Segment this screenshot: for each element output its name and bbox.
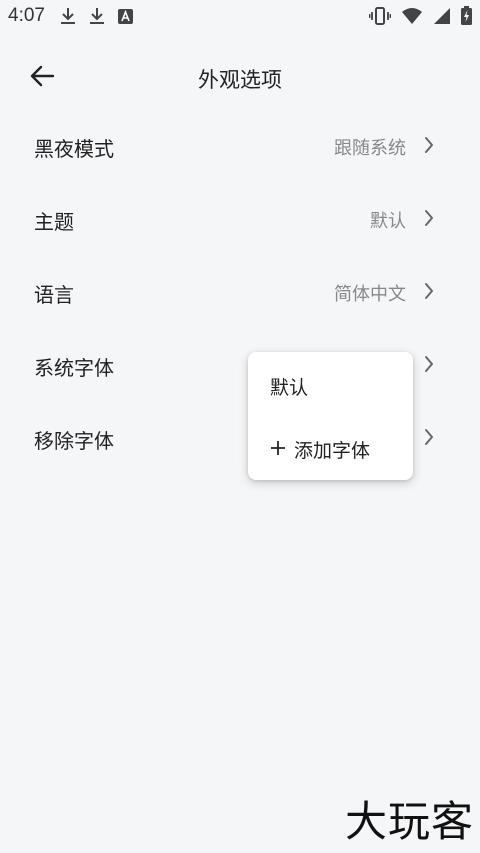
page-title: 外观选项 xyxy=(198,68,282,92)
menu-item-default-font[interactable]: 默认 xyxy=(270,373,308,400)
status-system-icons xyxy=(369,6,472,25)
setting-label: 移除字体 xyxy=(34,429,114,453)
download-icon xyxy=(60,7,76,25)
setting-value: 简体中文 xyxy=(334,284,406,305)
setting-value: 跟随系统 xyxy=(334,138,406,159)
setting-row-language[interactable]: 语言 简体中文 xyxy=(0,256,480,329)
chevron-right-icon xyxy=(424,209,434,231)
menu-item-label: 添加字体 xyxy=(294,440,371,462)
setting-row-dark-mode[interactable]: 黑夜模式 跟随系统 xyxy=(0,110,480,183)
header: 外观选项 xyxy=(0,52,480,104)
battery-charging-icon xyxy=(461,6,472,25)
plus-icon xyxy=(270,439,286,461)
wifi-icon xyxy=(401,7,423,25)
status-notification-icons xyxy=(60,7,133,25)
setting-label: 系统字体 xyxy=(34,356,114,380)
menu-item-label: 默认 xyxy=(270,377,309,399)
chevron-right-icon xyxy=(424,282,434,304)
chevron-right-icon xyxy=(424,428,434,450)
vibrate-icon xyxy=(369,6,391,25)
status-time: 4:07 xyxy=(8,5,45,26)
setting-row-theme[interactable]: 主题 默认 xyxy=(0,183,480,256)
setting-label: 黑夜模式 xyxy=(34,137,114,161)
chevron-right-icon xyxy=(424,355,434,377)
signal-icon xyxy=(433,7,451,25)
chevron-right-icon xyxy=(424,136,434,158)
watermark: 大玩客 xyxy=(344,797,474,846)
setting-label: 语言 xyxy=(34,283,74,307)
status-bar: 4:07 xyxy=(0,0,480,32)
setting-value: 默认 xyxy=(370,211,406,232)
font-popup-menu: 默认 添加字体 xyxy=(248,352,413,480)
app-a-icon xyxy=(118,8,133,24)
download-icon xyxy=(89,7,105,25)
setting-label: 主题 xyxy=(34,210,74,234)
menu-item-add-font[interactable]: 添加字体 xyxy=(270,436,370,463)
